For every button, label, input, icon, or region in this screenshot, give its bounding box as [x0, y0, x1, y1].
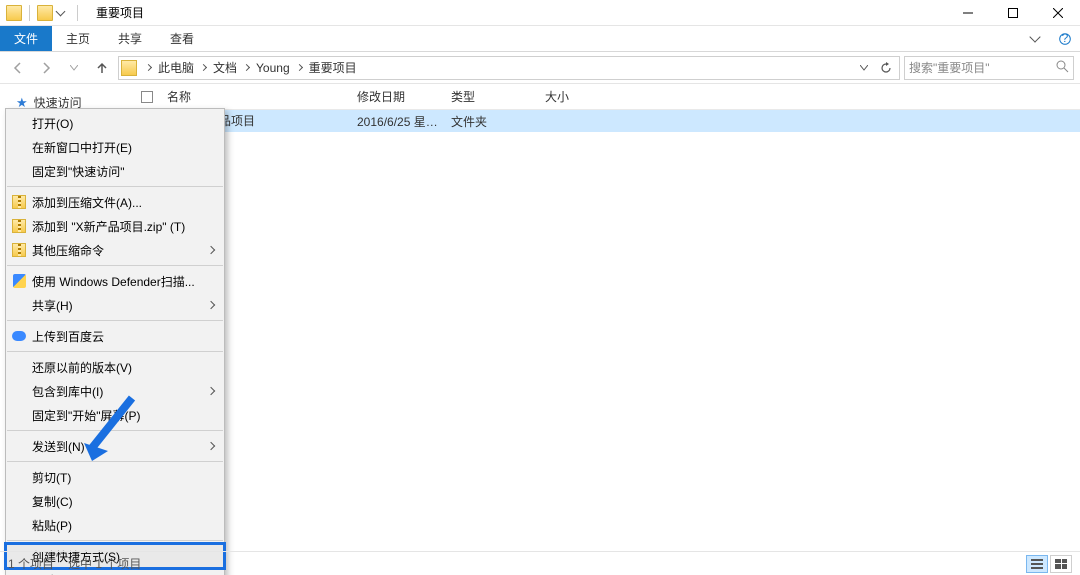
- qat-dropdown-icon[interactable]: [56, 7, 66, 17]
- cm-separator: [7, 461, 223, 462]
- archive-icon: [12, 195, 26, 209]
- breadcrumb-caret-icon: [145, 64, 152, 71]
- cm-restore-previous[interactable]: 还原以前的版本(V): [6, 355, 224, 379]
- status-selected-count: 选中 1 个项目: [68, 555, 141, 572]
- archive-icon: [12, 219, 26, 233]
- ribbon-expand-button[interactable]: [1020, 26, 1050, 51]
- cm-add-to-zip[interactable]: 添加到 "X新产品项目.zip" (T): [6, 214, 224, 238]
- ribbon-tabs: 文件 主页 共享 查看 ?: [0, 26, 1080, 52]
- cm-separator: [7, 351, 223, 352]
- breadcrumb-caret-icon: [200, 64, 207, 71]
- qat-divider: [29, 5, 30, 21]
- submenu-arrow-icon: [207, 442, 215, 450]
- column-type[interactable]: 类型: [443, 88, 537, 105]
- address-dropdown-button[interactable]: [853, 62, 875, 74]
- shield-icon: [13, 274, 26, 288]
- view-icons-button[interactable]: [1050, 555, 1072, 573]
- cm-share[interactable]: 共享(H): [6, 293, 224, 317]
- up-button[interactable]: [90, 56, 114, 80]
- close-button[interactable]: [1035, 0, 1080, 26]
- app-icon: [6, 5, 22, 21]
- address-bar[interactable]: 此电脑 文档 Young 重要项目: [118, 56, 900, 80]
- submenu-arrow-icon: [207, 301, 215, 309]
- row-date: 2016/6/25 星期...: [349, 113, 443, 130]
- tab-file[interactable]: 文件: [0, 26, 52, 51]
- cm-paste[interactable]: 粘贴(P): [6, 513, 224, 537]
- cloud-icon: [12, 331, 26, 341]
- help-button[interactable]: ?: [1050, 26, 1080, 51]
- column-checkbox[interactable]: [135, 91, 159, 103]
- submenu-arrow-icon: [207, 246, 215, 254]
- titlebar-separator: [77, 5, 78, 21]
- file-row[interactable]: X新产品项目 2016/6/25 星期... 文件夹: [135, 110, 1080, 132]
- cm-open[interactable]: 打开(O): [6, 111, 224, 135]
- cm-separator: [7, 186, 223, 187]
- cm-defender-scan[interactable]: 使用 Windows Defender扫描...: [6, 269, 224, 293]
- cm-other-compress[interactable]: 其他压缩命令: [6, 238, 224, 262]
- breadcrumb-caret-icon: [243, 64, 250, 71]
- tab-view[interactable]: 查看: [156, 26, 208, 51]
- address-folder-icon: [121, 60, 137, 76]
- column-date[interactable]: 修改日期: [349, 88, 443, 105]
- refresh-button[interactable]: [875, 62, 897, 74]
- column-size[interactable]: 大小: [537, 88, 597, 105]
- archive-icon: [12, 243, 26, 257]
- recent-locations-button[interactable]: [62, 56, 86, 80]
- cm-add-to-archive[interactable]: 添加到压缩文件(A)...: [6, 190, 224, 214]
- minimize-button[interactable]: [945, 0, 990, 26]
- navigation-bar: 此电脑 文档 Young 重要项目 搜索"重要项目": [0, 52, 1080, 84]
- window-title: 重要项目: [96, 4, 144, 21]
- cm-open-new-window[interactable]: 在新窗口中打开(E): [6, 135, 224, 159]
- search-box[interactable]: 搜索"重要项目": [904, 56, 1074, 80]
- column-name[interactable]: 名称: [159, 88, 349, 105]
- breadcrumb-seg-2[interactable]: Young: [254, 61, 292, 75]
- breadcrumb-seg-3[interactable]: 重要项目: [307, 59, 359, 76]
- cm-upload-baidu[interactable]: 上传到百度云: [6, 324, 224, 348]
- maximize-button[interactable]: [990, 0, 1035, 26]
- cm-send-to[interactable]: 发送到(N): [6, 434, 224, 458]
- breadcrumb-seg-1[interactable]: 文档: [211, 59, 239, 76]
- view-details-button[interactable]: [1026, 555, 1048, 573]
- cm-copy[interactable]: 复制(C): [6, 489, 224, 513]
- row-type: 文件夹: [443, 113, 537, 130]
- quick-access-toolbar: [0, 5, 69, 21]
- forward-button[interactable]: [34, 56, 58, 80]
- cm-separator: [7, 540, 223, 541]
- breadcrumb-seg-0[interactable]: 此电脑: [156, 59, 196, 76]
- cm-include-in-library[interactable]: 包含到库中(I): [6, 379, 224, 403]
- column-headers: 名称 修改日期 类型 大小: [135, 84, 1080, 110]
- context-menu: 打开(O) 在新窗口中打开(E) 固定到"快速访问" 添加到压缩文件(A)...…: [5, 108, 225, 575]
- status-bar: 1 个项目 选中 1 个项目: [0, 551, 1080, 575]
- svg-text:?: ?: [1062, 33, 1069, 45]
- cm-pin-quick-access[interactable]: 固定到"快速访问": [6, 159, 224, 183]
- cm-separator: [7, 320, 223, 321]
- cm-separator: [7, 430, 223, 431]
- cm-cut[interactable]: 剪切(T): [6, 465, 224, 489]
- search-icon: [1056, 60, 1069, 76]
- breadcrumb-caret-icon: [296, 64, 303, 71]
- cm-pin-to-start[interactable]: 固定到"开始"屏幕(P): [6, 403, 224, 427]
- submenu-arrow-icon: [207, 387, 215, 395]
- status-item-count: 1 个项目: [8, 555, 54, 572]
- qat-folder-icon[interactable]: [37, 5, 53, 21]
- file-list: 名称 修改日期 类型 大小 X新产品项目 2016/6/25 星期... 文件夹: [135, 84, 1080, 551]
- tab-share[interactable]: 共享: [104, 26, 156, 51]
- cm-separator: [7, 265, 223, 266]
- search-placeholder: 搜索"重要项目": [909, 59, 990, 76]
- title-bar: 重要项目: [0, 0, 1080, 26]
- back-button[interactable]: [6, 56, 30, 80]
- tab-home[interactable]: 主页: [52, 26, 104, 51]
